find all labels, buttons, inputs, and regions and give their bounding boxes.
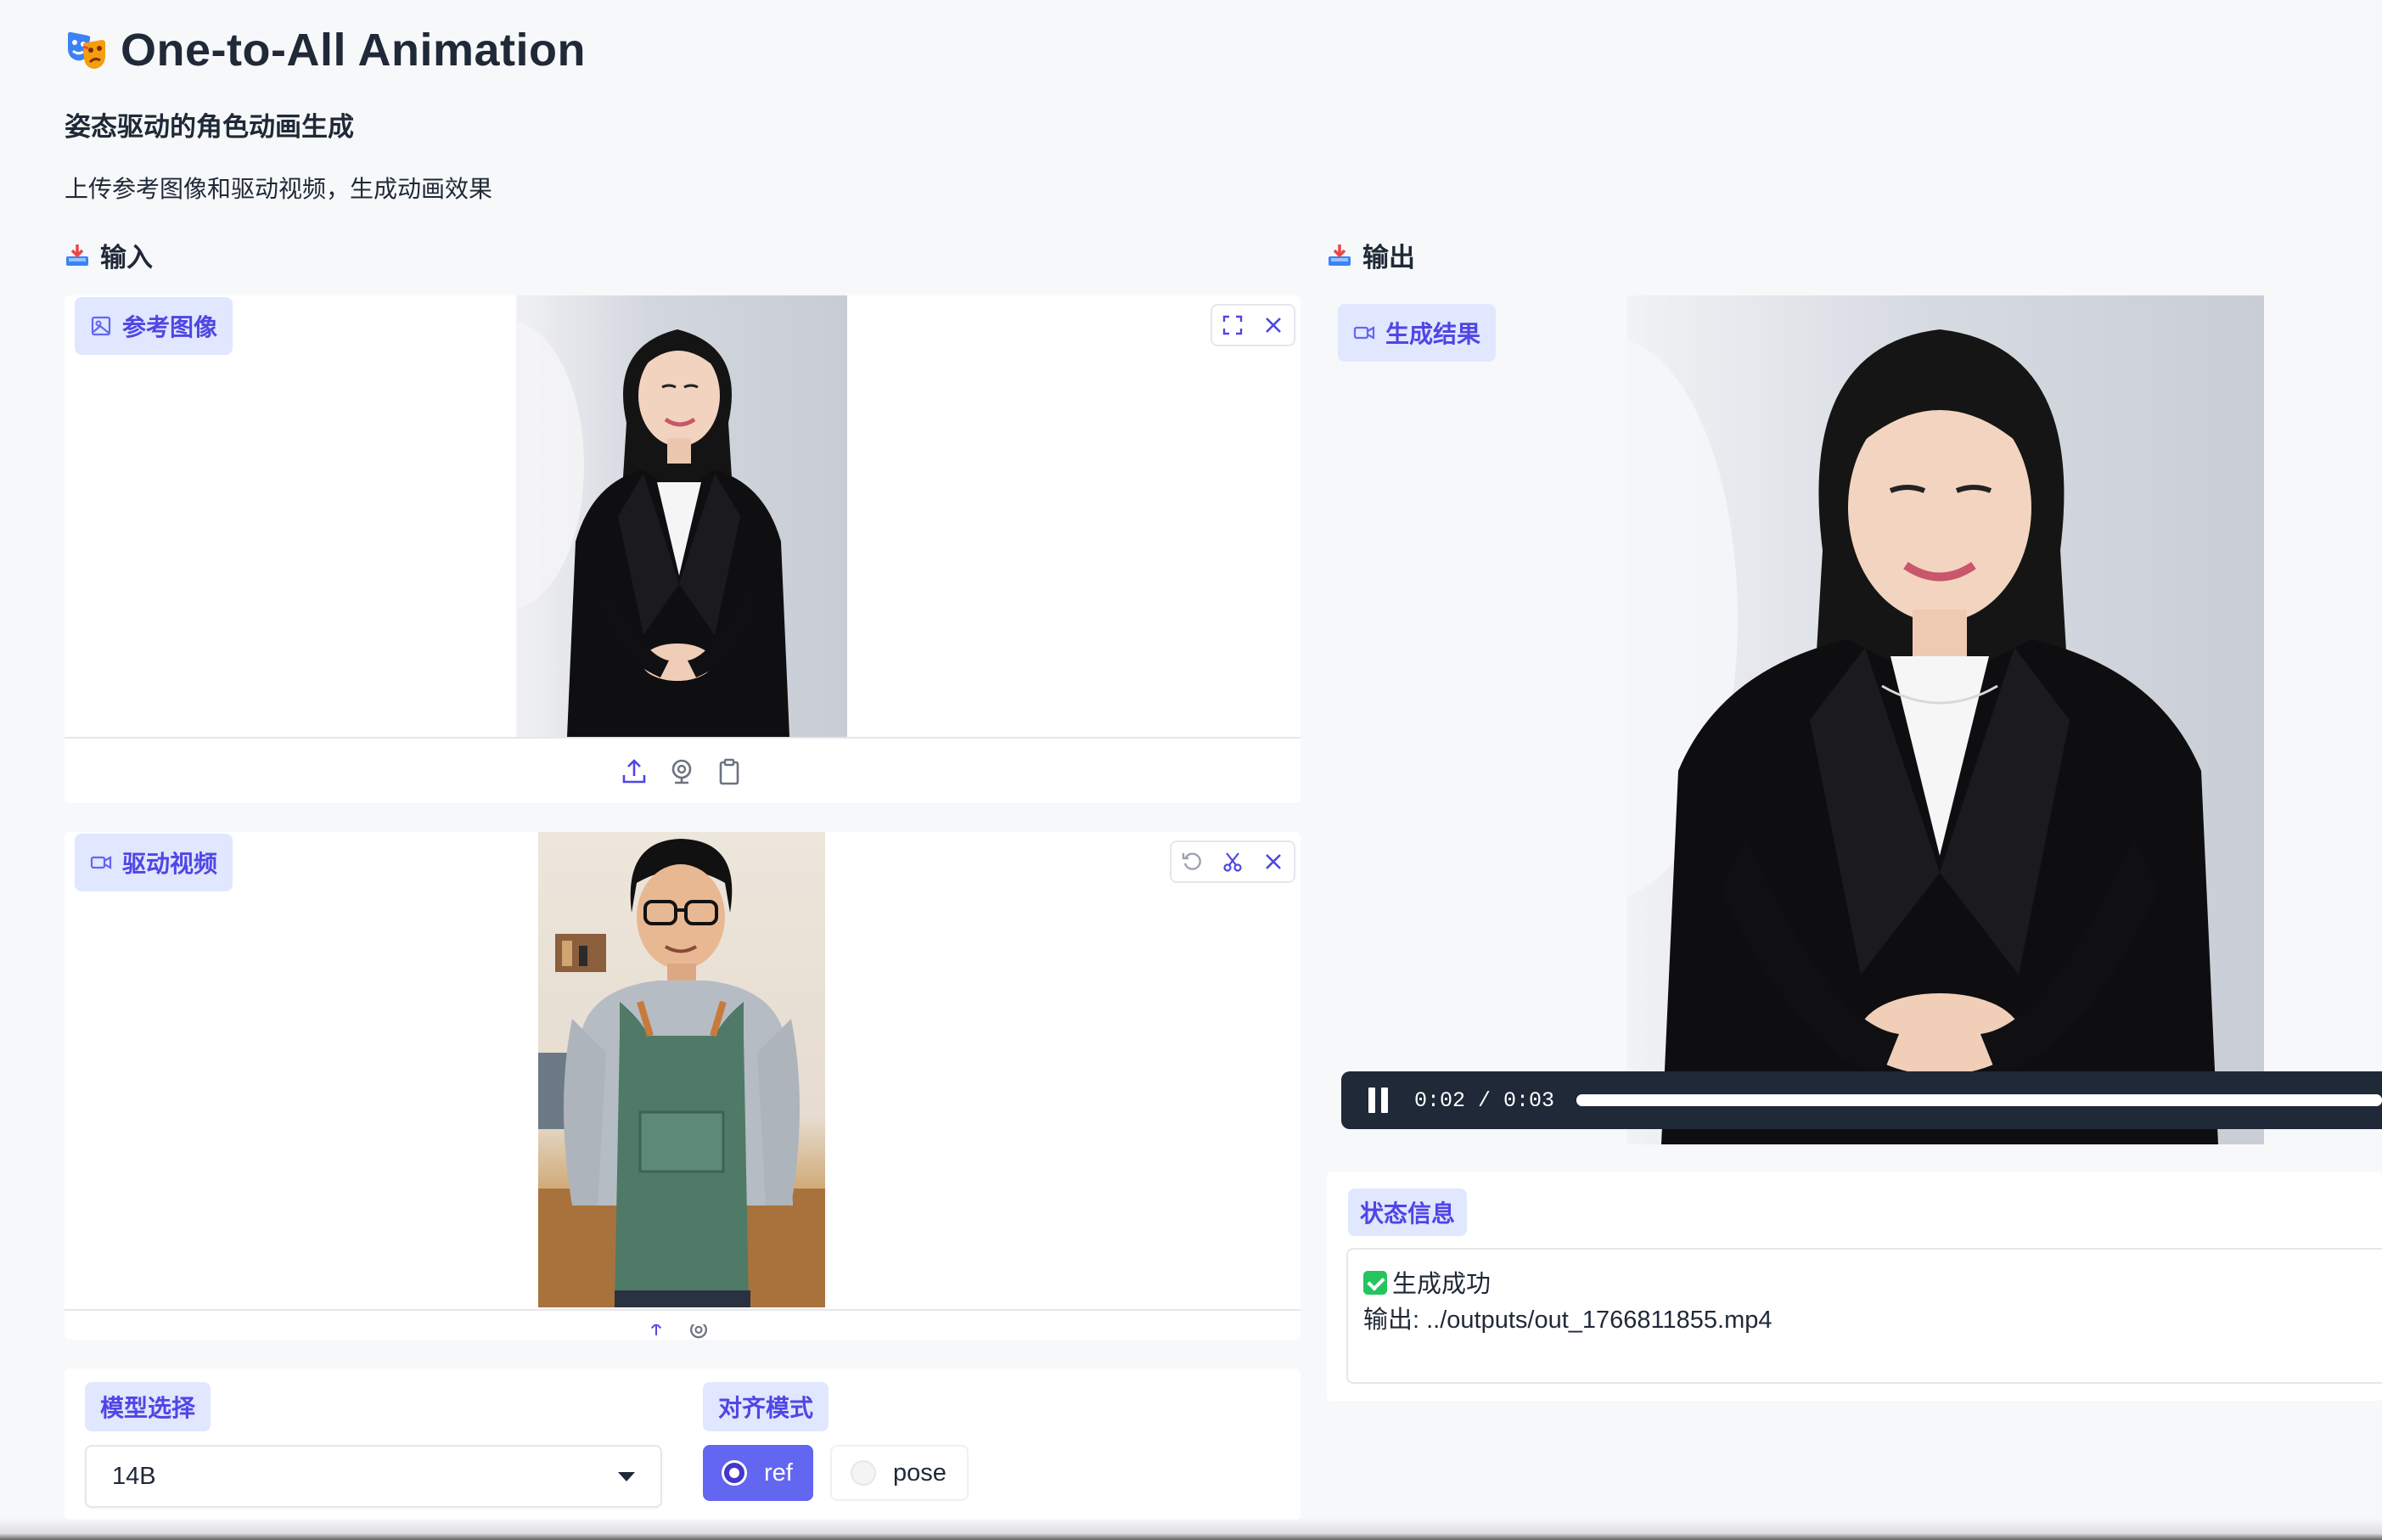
status-label: 状态信息 — [1348, 1189, 1468, 1236]
result-label: 生成结果 — [1338, 304, 1497, 362]
video-time: 0:02 / 0:03 — [1414, 1088, 1555, 1113]
inbox-tray-emoji — [1329, 244, 1351, 266]
model-select-dropdown[interactable]: 14B — [85, 1445, 662, 1508]
driving-video-label: 驱动视频 — [75, 834, 233, 891]
align-mode-label: 对齐模式 — [703, 1382, 829, 1431]
status-label-text: 状态信息 — [1360, 1200, 1456, 1227]
reference-image-toolbar — [1211, 304, 1295, 346]
radio-unselected-icon — [851, 1460, 876, 1486]
app-title: One-to-All Animation — [121, 25, 586, 76]
output-section-heading: 输出 — [1327, 236, 1415, 274]
undo-icon[interactable] — [1171, 842, 1212, 881]
model-select-label: 模型选择 — [85, 1382, 211, 1431]
close-icon[interactable] — [1253, 842, 1294, 881]
video-progress-bar[interactable] — [1576, 1094, 2382, 1106]
driving-video-toolbar — [1170, 840, 1295, 883]
page-bottom-shadow — [0, 1518, 2382, 1540]
upload-icon[interactable] — [620, 757, 649, 786]
align-mode-option-label: ref — [764, 1459, 793, 1487]
align-mode-option-ref[interactable]: ref — [703, 1445, 813, 1501]
subtitle: 姿态驱动的角色动画生成 — [65, 112, 354, 142]
divider — [65, 1309, 1301, 1311]
status-line2: 输出: ../outputs/out_1766811855.mp4 — [1363, 1307, 1772, 1334]
input-section-heading: 输入 — [65, 236, 153, 274]
description: 上传参考图像和驱动视频，生成动画效果 — [65, 176, 493, 202]
model-select-label-text: 模型选择 — [100, 1395, 196, 1421]
status-textbox[interactable]: 生成成功 输出: ../outputs/out_1766811855.mp4 — [1346, 1248, 2382, 1384]
driving-video[interactable] — [538, 832, 825, 1307]
input-heading-text: 输入 — [100, 243, 153, 273]
model-select-value: 14B — [112, 1462, 156, 1490]
upload-icon[interactable] — [645, 1324, 667, 1340]
reference-image-label: 参考图像 — [75, 297, 233, 355]
performing-arts-masks-emoji — [65, 28, 109, 72]
status-line-success: 生成成功 — [1363, 1267, 2367, 1302]
result-video[interactable] — [1627, 295, 2264, 1144]
reference-image-sources — [620, 757, 744, 786]
driving-video-panel — [65, 832, 1301, 1340]
video-camera-icon — [1353, 326, 1375, 340]
video-camera-icon — [90, 856, 112, 869]
webcam-icon[interactable] — [667, 757, 696, 786]
close-icon[interactable] — [1253, 306, 1294, 345]
radio-selected-icon — [722, 1460, 747, 1486]
driving-video-sources — [645, 1324, 711, 1340]
fullscreen-icon[interactable] — [1212, 306, 1253, 345]
align-mode-option-pose[interactable]: pose — [830, 1445, 969, 1501]
video-progress-fill — [1576, 1094, 2382, 1106]
reference-image-label-text: 参考图像 — [122, 314, 218, 340]
chevron-down-icon — [618, 1471, 635, 1481]
result-label-text: 生成结果 — [1385, 321, 1481, 347]
inbox-tray-emoji — [66, 244, 88, 266]
video-controls: 0:02 / 0:03 — [1341, 1071, 2382, 1129]
image-icon — [91, 316, 111, 336]
result-panel — [1327, 295, 2382, 1144]
driving-video-label-text: 驱动视频 — [122, 851, 218, 877]
align-mode-label-text: 对齐模式 — [718, 1395, 814, 1421]
output-heading-text: 输出 — [1362, 243, 1415, 273]
scissors-icon[interactable] — [1212, 842, 1253, 881]
check-mark-icon — [1363, 1271, 1387, 1295]
divider — [65, 737, 1301, 739]
align-mode-option-label: pose — [893, 1459, 947, 1487]
webcam-icon[interactable] — [686, 1324, 711, 1340]
clipboard-icon[interactable] — [715, 757, 744, 786]
status-line1: 生成成功 — [1392, 1271, 1492, 1298]
pause-icon[interactable] — [1368, 1088, 1389, 1113]
reference-image — [516, 295, 847, 737]
app-title-row: One-to-All Animation — [65, 24, 586, 76]
reference-image-panel — [65, 295, 1301, 803]
